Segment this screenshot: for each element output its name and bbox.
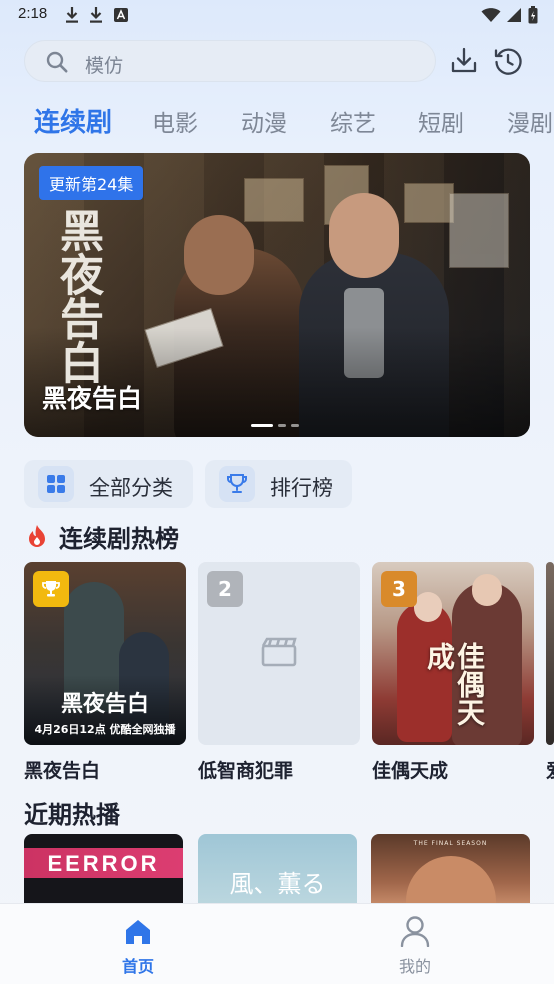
- home-icon: [124, 918, 152, 950]
- hot-card-2[interactable]: 2: [198, 562, 360, 745]
- poster-logo: 佳偶天成: [423, 642, 486, 726]
- film-clapper-placeholder-icon: [261, 637, 297, 671]
- banner-hanging-shirt: [449, 193, 509, 268]
- hot-card-2-title[interactable]: 低智商犯罪: [198, 756, 293, 783]
- nav-home[interactable]: 首页: [78, 904, 198, 984]
- rank-badge-first: [33, 571, 69, 607]
- notification-icons: [65, 6, 129, 28]
- all-categories-label: 全部分类: [89, 476, 173, 500]
- poster-face: [414, 592, 442, 622]
- search-icon: [45, 50, 69, 78]
- tab-variety[interactable]: 综艺: [330, 104, 376, 138]
- nav-profile-label: 我的: [398, 957, 431, 976]
- banner-calligraphy-logo: 黑夜告白: [52, 208, 103, 384]
- grid-icon: [38, 466, 74, 502]
- rank-badge-second: 2: [207, 571, 243, 607]
- banner-wall-paper: [244, 178, 304, 222]
- wifi-icon: [481, 7, 501, 27]
- system-status-icons: [481, 6, 538, 28]
- hot-card-1[interactable]: 黑夜告白 4月26日12点 优酷全网独播: [24, 562, 186, 745]
- poster-face: [472, 574, 502, 606]
- banner-face-right: [329, 193, 399, 278]
- tab-comics[interactable]: 漫剧: [507, 104, 553, 138]
- bottom-navigation: 首页 我的: [0, 903, 554, 984]
- rank-badge-third: 3: [381, 571, 417, 607]
- search-input[interactable]: 模仿: [24, 40, 436, 82]
- poster-caption: THE FINAL SEASON: [413, 840, 488, 847]
- update-badge: 更新第24集: [39, 166, 144, 200]
- tab-movies[interactable]: 电影: [152, 104, 198, 138]
- person-icon: [400, 915, 430, 951]
- fire-icon: [27, 524, 47, 552]
- status-bar: 2:18: [0, 0, 554, 32]
- history-button[interactable]: [493, 46, 523, 76]
- category-tabs: 连续剧 电影 动漫 综艺 短剧 漫剧: [0, 104, 554, 144]
- poster-caption: 4月26日12点 优酷全网独播: [34, 723, 176, 736]
- carousel-dot: [291, 424, 299, 427]
- carousel-dot: [278, 424, 286, 427]
- trophy-icon: [219, 466, 255, 502]
- recent-section-title: 近期热播: [24, 801, 120, 829]
- recent-card-1[interactable]: EERROR: [24, 834, 183, 914]
- tab-anime[interactable]: 动漫: [241, 104, 287, 138]
- tab-series[interactable]: 连续剧: [34, 102, 112, 139]
- poster-logo: 風、薫る: [229, 870, 326, 898]
- app-notification-icon: [113, 6, 129, 28]
- banner-title: 黑夜告白: [42, 384, 143, 413]
- trophy-icon: [40, 581, 62, 605]
- poster-logo: EERROR: [47, 851, 160, 876]
- featured-banner[interactable]: 黑夜告白 更新第24集 黑夜告白: [24, 153, 530, 437]
- banner-wall-paper: [404, 183, 454, 223]
- carousel-dot-active: [251, 424, 273, 427]
- hot-card-3[interactable]: 佳偶天成 3: [372, 562, 534, 745]
- hot-card-4[interactable]: [546, 562, 554, 745]
- ranking-label: 排行榜: [270, 476, 333, 500]
- all-categories-button[interactable]: 全部分类: [24, 460, 193, 508]
- signal-icon: [507, 7, 522, 27]
- hot-card-3-title[interactable]: 佳偶天成: [372, 756, 448, 783]
- download-notification-icon: [65, 6, 79, 28]
- carousel-indicator: [251, 424, 299, 427]
- nav-profile[interactable]: 我的: [355, 904, 475, 984]
- recent-card-3[interactable]: THE FINAL SEASON: [371, 834, 530, 914]
- download-notification-icon-2: [89, 6, 103, 28]
- tab-short-drama[interactable]: 短剧: [418, 104, 464, 138]
- hot-section-title: 连续剧热榜: [59, 525, 179, 553]
- poster-logo: 黑夜告白: [60, 691, 149, 717]
- download-icon: [450, 47, 478, 80]
- history-clock-icon: [493, 48, 523, 80]
- search-placeholder: 模仿: [85, 55, 124, 77]
- battery-icon: [528, 6, 538, 28]
- recent-card-2[interactable]: 風、薫る: [198, 834, 357, 914]
- hot-card-4-title[interactable]: 爱: [546, 756, 554, 783]
- nav-home-label: 首页: [121, 957, 154, 976]
- banner-face-left: [184, 215, 254, 295]
- status-time: 2:18: [18, 5, 48, 22]
- download-button[interactable]: [450, 46, 480, 76]
- hot-card-1-title[interactable]: 黑夜告白: [24, 756, 100, 783]
- ranking-button[interactable]: 排行榜: [205, 460, 352, 508]
